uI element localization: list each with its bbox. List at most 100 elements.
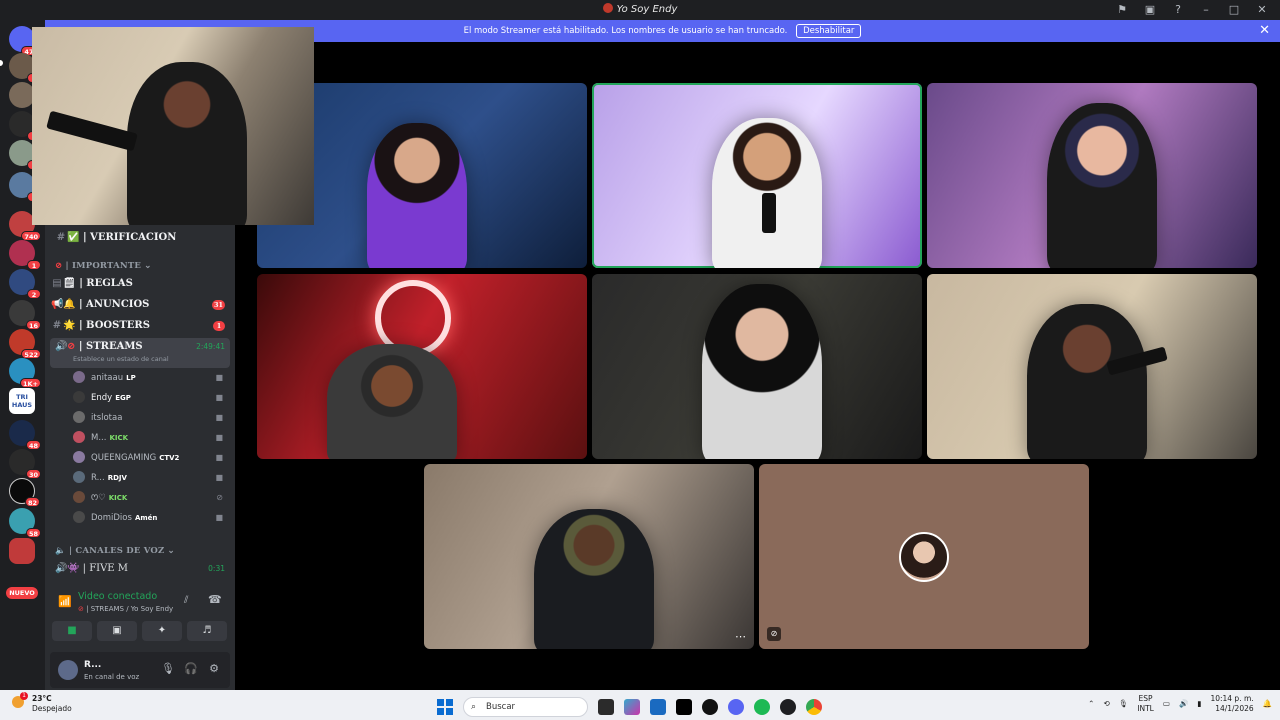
no-entry-icon: ⊘ [55,261,63,271]
server-icon[interactable]: 48 [9,420,41,450]
voice-member[interactable]: R... RDJV ■ [73,469,233,487]
weather-widget[interactable]: 1 23°C Despejado [12,692,72,714]
battery-icon[interactable]: ▮ [1197,699,1201,709]
channel-five-m[interactable]: 🔊👾 | FIVE M 0:31 [45,560,235,578]
chevron-up-icon[interactable]: ⌃ [1088,699,1094,709]
obs-icon[interactable] [780,699,796,715]
hash-icon: # [52,320,62,331]
voice-member[interactable]: ꯁ♡ KICK ⊘ [73,489,233,507]
soundboard-button[interactable]: ♬ [187,621,227,641]
settings-gear-icon[interactable]: ⚙ [206,662,222,675]
category-importante[interactable]: ⊘ | IMPORTANTE ⌄ [55,261,152,271]
channel-reglas[interactable]: ▤🗒 | REGLAS [45,275,235,293]
signal-icon: 📶 [58,595,72,608]
video-tile[interactable] [927,83,1257,268]
camera-icon: ■ [215,433,223,442]
headphones-icon[interactable]: 🎧 [183,662,199,675]
temperature: 23°C [32,694,52,703]
server-icon[interactable]: 2 [9,269,41,299]
window-title: Yo Soy Endy [0,3,1280,15]
channel-anuncios[interactable]: 📢🔔 | ANUNCIOS 31 [45,296,235,314]
participant-video [327,344,457,459]
avatar[interactable] [58,660,78,680]
video-tile[interactable]: ⋯ [424,464,754,649]
voice-member[interactable]: Endy EGP ■ [73,389,233,407]
video-tile[interactable] [257,274,587,459]
avatar [73,371,85,383]
controller-icon: 👾 [67,563,80,574]
camera-button[interactable]: ■ [52,621,92,641]
server-icon[interactable]: 16 [9,300,41,330]
rules-icon: ▤ [52,278,62,289]
muted-icon: ⊘ [216,493,223,502]
participant-video [534,509,654,649]
voice-channel-label[interactable]: ⊘ | STREAMS / Yo Soy Endy [78,605,173,613]
screen-share-button[interactable]: ▣ [97,621,137,641]
clock[interactable]: 10:14 p. m. 14/1/2026 [1210,694,1253,714]
voice-member[interactable]: M... KICK ■ [73,429,233,447]
notification-icon[interactable]: 🔔 [1263,699,1272,709]
disable-streamer-button[interactable]: Deshabilitar [796,24,862,38]
avatar [73,431,85,443]
discord-window: Yo Soy Endy ⚑ ▣ ? – □ ✕ El modo Streamer… [0,0,1280,690]
minimize-button[interactable]: – [1192,2,1220,18]
no-entry-icon: ⊘ [78,605,84,613]
noise-suppression-icon[interactable]: ⫽ [184,595,188,606]
file-explorer-icon[interactable] [650,699,666,715]
channel-boosters[interactable]: # 🌟 | BOOSTERS 1 [45,317,235,335]
more-options-icon[interactable]: ⋯ [735,630,746,643]
video-tile-no-camera[interactable]: ⊘ [759,464,1089,649]
terminal-icon[interactable] [676,699,692,715]
server-icon[interactable]: 1K+ [9,358,41,388]
server-icon[interactable]: 30 [9,449,41,479]
discord-taskbar-icon[interactable] [728,699,744,715]
microphone-icon[interactable]: 🎙 [1119,699,1129,709]
close-banner-icon[interactable]: ✕ [1259,20,1270,42]
windows-start-icon[interactable] [437,699,453,715]
disconnect-icon[interactable]: ☎ [208,593,222,606]
spotify-icon[interactable] [754,699,770,715]
help-icon[interactable]: ? [1164,2,1192,18]
channel-verificacion[interactable]: # ✅ | VERIFICACION [45,229,235,247]
video-grid: ⋯ ⊘ [235,42,1280,690]
hash-icon: # [56,232,66,243]
copilot-icon[interactable] [624,699,640,715]
participant-video [1047,103,1157,268]
video-tile[interactable] [927,274,1257,459]
server-icon[interactable]: 522 [9,329,41,359]
language-indicator[interactable]: ESP INTL [1137,694,1154,714]
video-tile[interactable] [592,274,922,459]
sync-icon[interactable]: ⟲ [1103,699,1109,709]
chrome-icon[interactable] [806,699,822,715]
voice-member[interactable]: itslotaa ■ [73,409,233,427]
app-icon[interactable] [702,699,718,715]
channel-streams[interactable]: 🔊⊘ | STREAMS 2:49:41 [45,338,235,356]
category-canales-de-voz[interactable]: 🔈 | CANALES DE VOZ ⌄ [55,546,175,556]
activities-button[interactable]: ✦ [142,621,182,641]
server-icon[interactable] [9,538,35,564]
username[interactable]: R... [84,660,101,670]
screen-icon[interactable]: ▣ [1136,2,1164,18]
avatar [73,511,85,523]
server-icon[interactable]: 1 [9,240,41,270]
network-icon[interactable]: ▭ [1163,699,1170,709]
maximize-button[interactable]: □ [1220,2,1248,18]
taskbar-search[interactable]: ⌕ Buscar [463,697,588,717]
close-window-button[interactable]: ✕ [1248,2,1276,18]
task-view-icon[interactable] [598,699,614,715]
tri-haus-server-icon[interactable]: TRI HAUS [9,388,35,414]
camera-off-icon: ⊘ [767,627,781,641]
voice-member[interactable]: anitaau LP ■ [73,369,233,387]
voice-member[interactable]: QUEENGAMING CTV2 ■ [73,449,233,467]
check-icon: ✅ [67,232,80,243]
microphone-icon[interactable]: 🎙 [160,662,176,675]
video-tile-speaking[interactable] [592,83,922,268]
inbox-icon[interactable]: ⚑ [1108,2,1136,18]
voice-status[interactable]: Video conectado [78,591,157,602]
server-icon[interactable]: 58 [9,508,41,538]
channel-status-hint[interactable]: Establece un estado de canal [73,355,169,363]
voice-member[interactable]: DomiDios Amén ■ [73,509,233,527]
server-icon[interactable]: 82 [9,478,40,507]
volume-icon[interactable]: 🔊 [1179,699,1188,709]
pip-webcam-overlay[interactable] [32,27,314,225]
